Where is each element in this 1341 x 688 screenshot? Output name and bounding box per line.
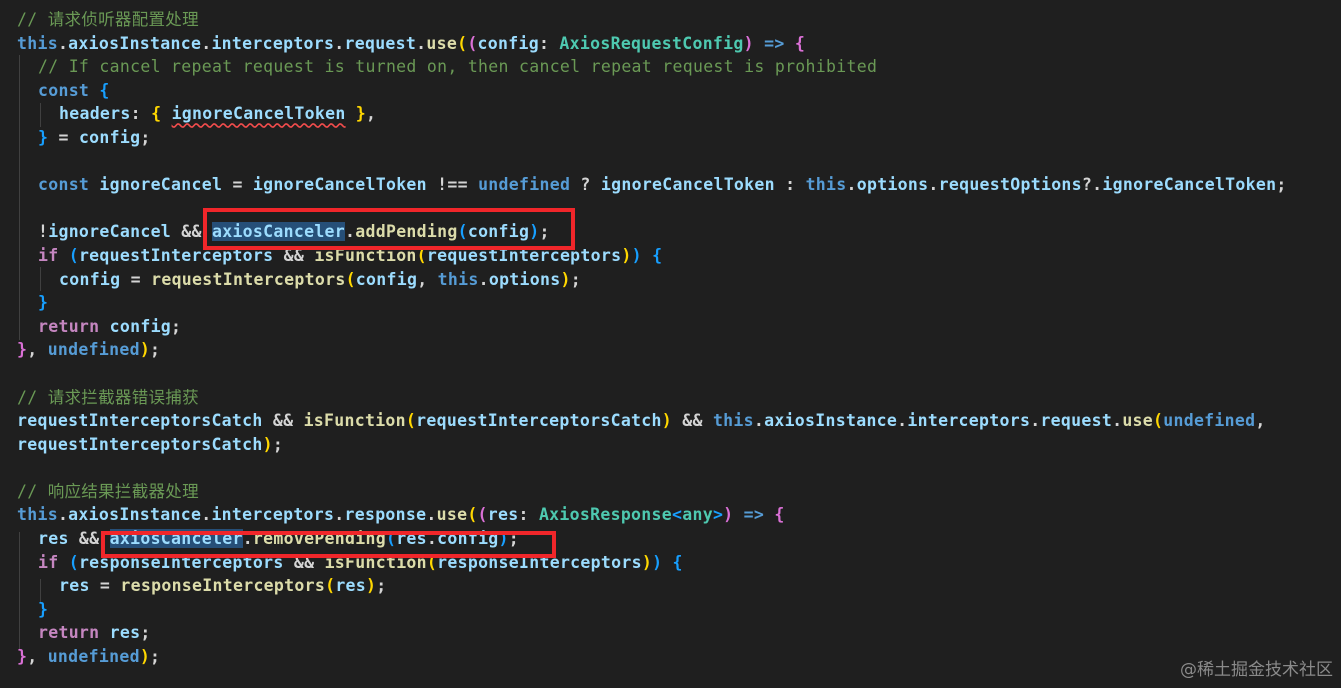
code-line: } (38, 293, 49, 313)
code-line: return res; (38, 623, 151, 643)
watermark: @稀土掘金技术社区 (1180, 660, 1333, 680)
code-line: res = responseInterceptors(res); (59, 576, 387, 596)
code-line: // 请求拦截器错误捕获 (17, 387, 199, 407)
annotation-box-add-pending (203, 208, 575, 250)
code-line: config = requestInterceptors(config, thi… (59, 269, 581, 289)
code-line: this.axiosInstance.interceptors.request.… (17, 33, 806, 53)
code-line: headers: { ignoreCancelToken }, (59, 104, 377, 124)
annotation-box-remove-pending (101, 531, 556, 558)
code-line: } (38, 599, 49, 619)
code-block[interactable]: // 请求侦听器配置处理 this.axiosInstance.intercep… (17, 8, 1287, 669)
squiggle-symbol[interactable]: ignoreCancelToken (172, 104, 346, 123)
code-line: }, undefined); (17, 340, 161, 360)
code-line: this.axiosInstance.interceptors.response… (17, 505, 785, 525)
code-line: } = config; (38, 127, 151, 147)
code-editor[interactable]: // 请求侦听器配置处理 this.axiosInstance.intercep… (0, 0, 1341, 688)
code-line: requestInterceptorsCatch); (17, 434, 284, 454)
code-line: const { (38, 80, 110, 100)
code-line: const ignoreCancel = ignoreCancelToken !… (38, 175, 1287, 195)
code-line: // 请求侦听器配置处理 (17, 10, 199, 29)
code-line: // 响应结果拦截器处理 (17, 481, 199, 501)
code-line: return config; (38, 316, 182, 336)
code-line: }, undefined); (17, 647, 161, 667)
code-line: requestInterceptorsCatch && isFunction(r… (17, 411, 1266, 431)
code-line: // If cancel repeat request is turned on… (38, 57, 878, 77)
